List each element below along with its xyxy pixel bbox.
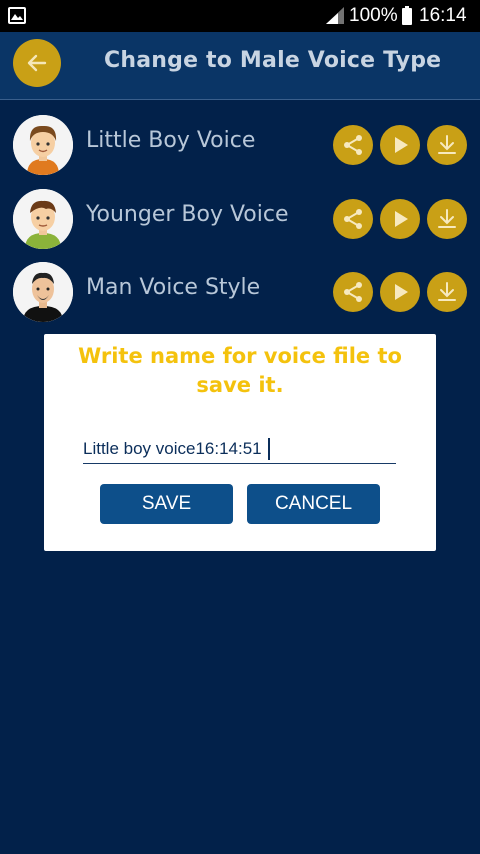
page-title: Change to Male Voice Type	[104, 48, 442, 73]
share-icon	[344, 282, 362, 302]
voice-label: Little Boy Voice	[86, 128, 256, 153]
share-button[interactable]	[333, 125, 373, 165]
save-button[interactable]: SAVE	[100, 484, 233, 524]
share-icon	[344, 135, 362, 155]
share-button[interactable]	[333, 272, 373, 312]
list-item-man[interactable]: Man Voice Style	[0, 262, 480, 334]
back-button[interactable]	[13, 39, 61, 87]
download-button[interactable]	[427, 272, 467, 312]
battery-icon	[402, 6, 412, 25]
app-bar: Change to Male Voice Type	[0, 32, 480, 100]
share-icon	[344, 209, 362, 229]
status-clock: 16:14	[419, 5, 467, 26]
battery-percent: 100%	[349, 5, 398, 26]
avatar-man	[13, 262, 73, 322]
avatar-younger-boy	[13, 189, 73, 249]
download-button[interactable]	[427, 125, 467, 165]
play-icon	[395, 284, 408, 300]
play-button[interactable]	[380, 272, 420, 312]
share-button[interactable]	[333, 199, 373, 239]
text-cursor	[268, 438, 270, 460]
download-button[interactable]	[427, 199, 467, 239]
download-icon	[438, 209, 456, 228]
arrow-left-icon	[27, 54, 47, 72]
file-name-input[interactable]	[83, 434, 396, 464]
play-button[interactable]	[380, 199, 420, 239]
list-item-younger-boy[interactable]: Younger Boy Voice	[0, 189, 480, 261]
dialog-title: Write name for voice file to save it.	[78, 344, 402, 397]
gallery-notification-icon	[8, 7, 26, 24]
download-icon	[438, 282, 456, 301]
voice-label: Man Voice Style	[86, 275, 261, 300]
save-dialog: Write name for voice file to save it. SA…	[44, 334, 436, 551]
status-bar: 100% 16:14	[0, 0, 480, 32]
cancel-button[interactable]: CANCEL	[247, 484, 380, 524]
play-button[interactable]	[380, 125, 420, 165]
list-item-little-boy[interactable]: Little Boy Voice	[0, 115, 480, 187]
download-icon	[438, 135, 456, 154]
avatar-little-boy	[13, 115, 73, 175]
voice-label: Younger Boy Voice	[86, 202, 289, 227]
play-icon	[395, 211, 408, 227]
play-icon	[395, 137, 408, 153]
signal-icon	[326, 7, 344, 24]
